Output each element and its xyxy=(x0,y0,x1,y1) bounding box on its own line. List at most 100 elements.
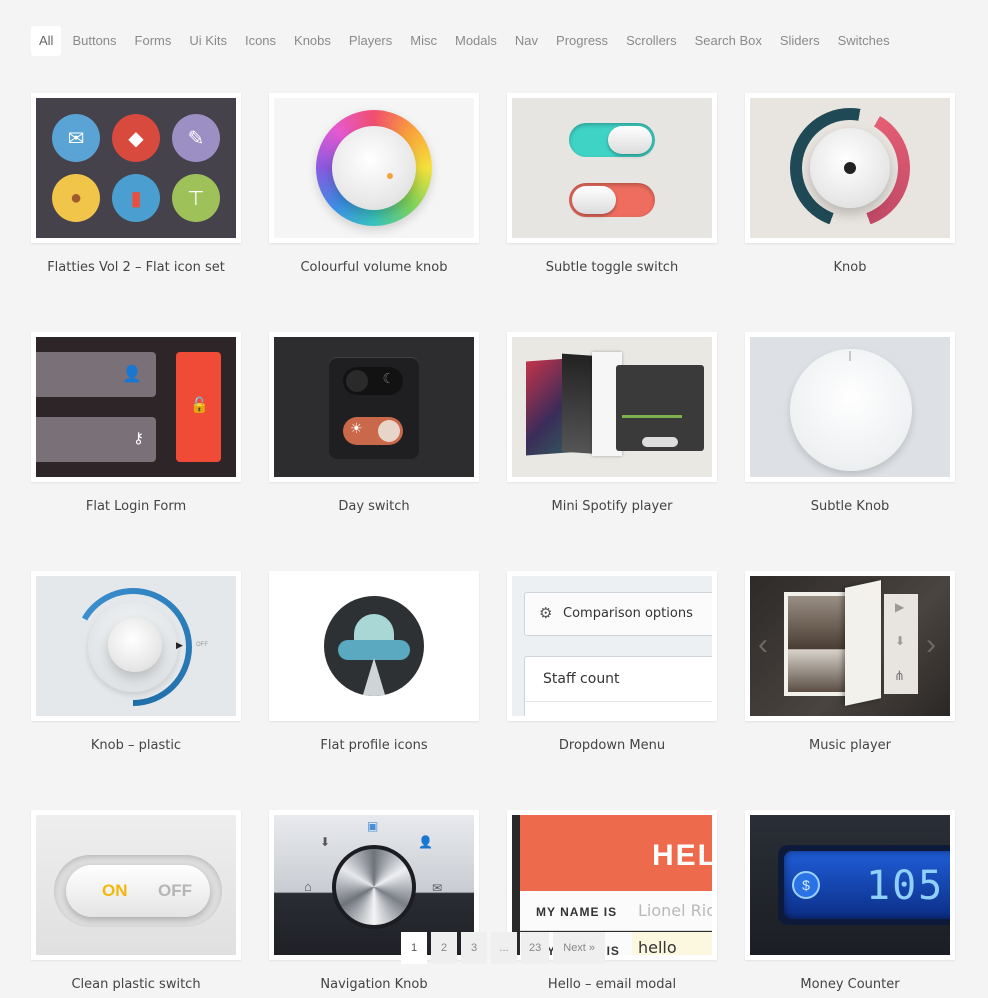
filter-switches[interactable]: Switches xyxy=(829,26,899,56)
card-thumbnail[interactable] xyxy=(507,93,717,243)
chevron-right-icon[interactable]: › xyxy=(926,628,936,662)
user-icon[interactable]: 👤 xyxy=(418,835,433,849)
username-field[interactable]: 👤 xyxy=(36,352,156,397)
gallery-card[interactable]: ☾ ☀ Day switch xyxy=(269,332,479,514)
card-thumbnail[interactable]: ✉ ◆ ✎ ● ▮ ⊤ xyxy=(31,93,241,243)
next-page-button[interactable]: Next » xyxy=(553,932,606,964)
card-title[interactable]: Subtle Knob xyxy=(745,499,955,514)
card-thumbnail[interactable]: ‹ › ▶ ⬇ ⋔ xyxy=(745,571,955,721)
filter-all[interactable]: All xyxy=(31,26,62,56)
filter-misc[interactable]: Misc xyxy=(401,26,446,56)
counter-display: $ 105 xyxy=(784,851,950,919)
page-3[interactable]: 3 xyxy=(461,932,487,964)
plastic-switch-preview: ON OFF xyxy=(36,815,236,955)
page-23[interactable]: 23 xyxy=(521,932,550,964)
gallery-card[interactable]: ‹ › ▶ ⬇ ⋔ Music player xyxy=(745,571,955,753)
gallery-card[interactable]: Flat profile icons xyxy=(269,571,479,753)
ufo-icon xyxy=(324,596,424,696)
page-1[interactable]: 1 xyxy=(401,932,427,964)
filter-progress[interactable]: Progress xyxy=(547,26,617,56)
filter-sliders[interactable]: Sliders xyxy=(771,26,829,56)
filter-modals[interactable]: Modals xyxy=(446,26,506,56)
card-title[interactable]: Knob xyxy=(745,260,955,275)
card-title[interactable]: Flatties Vol 2 – Flat icon set xyxy=(31,260,241,275)
gallery-card[interactable]: Subtle Knob xyxy=(745,332,955,514)
gallery-card[interactable]: Colourful volume knob xyxy=(269,93,479,275)
card-title[interactable]: Music player xyxy=(745,738,955,753)
gallery-card[interactable]: 👤 ⚷ 🔓 Flat Login Form xyxy=(31,332,241,514)
card-title[interactable]: Navigation Knob xyxy=(269,977,479,992)
card-title[interactable]: Flat profile icons xyxy=(269,738,479,753)
gallery-card[interactable]: ▣ ⬇ 👤 ⌂ ✉ Navigation Knob xyxy=(269,810,479,992)
lipstick-icon: ✎ xyxy=(172,114,220,162)
gallery-card[interactable]: ▶ OFF Knob – plastic xyxy=(31,571,241,753)
filter-forms[interactable]: Forms xyxy=(126,26,181,56)
filter-buttons[interactable]: Buttons xyxy=(63,26,125,56)
knob-icon[interactable] xyxy=(336,849,412,925)
filter-nav[interactable]: Nav xyxy=(506,26,547,56)
chevron-left-icon[interactable]: ‹ xyxy=(758,628,768,662)
switch-track[interactable]: ON OFF xyxy=(54,855,222,927)
ufo-body xyxy=(338,640,410,660)
download-icon[interactable]: ⬇ xyxy=(320,835,330,849)
gallery-card[interactable]: Mini Spotify player xyxy=(507,332,717,514)
filter-icons[interactable]: Icons xyxy=(236,26,285,56)
gallery-card[interactable]: HEL MY NAME IS Lionel Ric MY EMAIL IS he… xyxy=(507,810,717,992)
name-input[interactable]: Lionel Ric xyxy=(638,901,712,920)
card-title[interactable]: Mini Spotify player xyxy=(507,499,717,514)
password-field[interactable]: ⚷ xyxy=(36,417,156,462)
night-toggle[interactable]: ☾ xyxy=(343,367,403,395)
knob-icon[interactable] xyxy=(108,618,162,672)
home-icon[interactable]: ⌂ xyxy=(304,879,312,894)
download-icon[interactable]: ⬇ xyxy=(895,634,905,648)
filter-ui-kits[interactable]: Ui Kits xyxy=(180,26,236,56)
toggle-on-track[interactable] xyxy=(569,123,655,157)
play-icon[interactable]: ▶ xyxy=(895,600,904,614)
gallery-card[interactable]: ✉ ◆ ✎ ● ▮ ⊤ Flatties Vol 2 – Flat icon s… xyxy=(31,93,241,275)
gallery-card[interactable]: Subtle toggle switch xyxy=(507,93,717,275)
share-icon[interactable]: ⋔ xyxy=(894,668,905,684)
card-thumbnail[interactable]: $ 105 xyxy=(745,810,955,960)
card-title[interactable]: Day switch xyxy=(269,499,479,514)
knob-icon[interactable] xyxy=(790,349,912,471)
filter-knobs[interactable]: Knobs xyxy=(285,26,340,56)
toggle-off-track[interactable] xyxy=(569,183,655,217)
card-title[interactable]: Clean plastic switch xyxy=(31,977,241,992)
knob-icon[interactable] xyxy=(332,126,416,210)
card-thumbnail[interactable] xyxy=(745,332,955,482)
card-thumbnail[interactable]: ☾ ☀ xyxy=(269,332,479,482)
filter-search-box[interactable]: Search Box xyxy=(686,26,771,56)
card-thumbnail[interactable] xyxy=(269,571,479,721)
card-thumbnail[interactable]: 👤 ⚷ 🔓 xyxy=(31,332,241,482)
gallery-card[interactable]: Knob xyxy=(745,93,955,275)
card-thumbnail[interactable] xyxy=(745,93,955,243)
email-input[interactable]: hello xyxy=(632,932,712,955)
card-title[interactable]: Colourful volume knob xyxy=(269,260,479,275)
card-title[interactable]: Subtle toggle switch xyxy=(507,260,717,275)
gallery-card[interactable]: ⚙ Comparison options Staff count Dropdow… xyxy=(507,571,717,753)
card-thumbnail[interactable] xyxy=(507,332,717,482)
card-thumbnail[interactable]: ⚙ Comparison options Staff count xyxy=(507,571,717,721)
unlock-button[interactable]: 🔓 xyxy=(176,352,221,462)
gallery-card[interactable]: $ 105 Money Counter xyxy=(745,810,955,992)
card-title[interactable]: Knob – plastic xyxy=(31,738,241,753)
mail-icon[interactable]: ✉ xyxy=(432,881,442,895)
card-thumbnail[interactable]: ▶ OFF xyxy=(31,571,241,721)
dropdown-trigger[interactable]: ⚙ Comparison options xyxy=(524,592,712,636)
card-title[interactable]: Money Counter xyxy=(745,977,955,992)
gallery-card[interactable]: ON OFF Clean plastic switch xyxy=(31,810,241,992)
card-title[interactable]: Hello – email modal xyxy=(507,977,717,992)
card-title[interactable]: Flat Login Form xyxy=(31,499,241,514)
day-toggle[interactable]: ☀ xyxy=(343,417,403,445)
card-title[interactable]: Dropdown Menu xyxy=(507,738,717,753)
filter-players[interactable]: Players xyxy=(340,26,401,56)
card-thumbnail[interactable]: ON OFF xyxy=(31,810,241,960)
page-2[interactable]: 2 xyxy=(431,932,457,964)
card-thumbnail[interactable] xyxy=(269,93,479,243)
progress-bar[interactable] xyxy=(622,415,682,418)
filter-scrollers[interactable]: Scrollers xyxy=(617,26,686,56)
dropdown-item[interactable]: Staff count xyxy=(543,671,620,687)
knob-preview xyxy=(750,98,950,238)
playback-controls[interactable] xyxy=(642,437,678,447)
briefcase-icon[interactable]: ▣ xyxy=(367,819,378,833)
